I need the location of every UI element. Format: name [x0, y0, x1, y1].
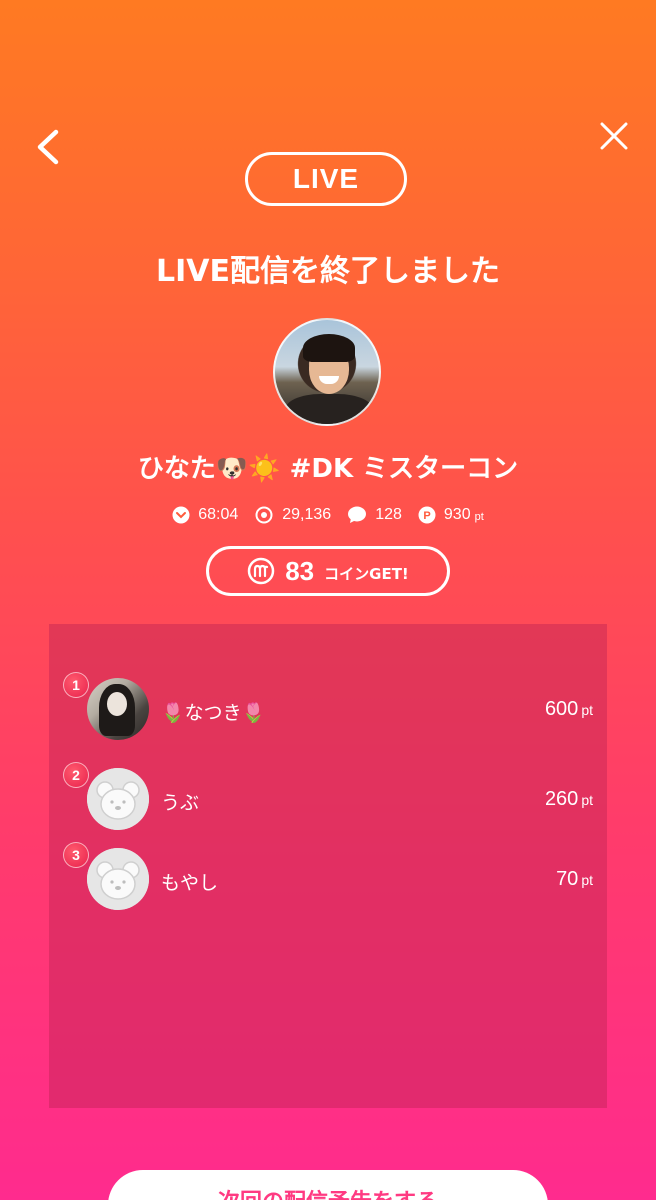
points-value: 930 — [443, 506, 471, 523]
user-name: 🌷なつき🌷 — [161, 702, 266, 724]
user-points: 600 pt — [545, 698, 593, 721]
avatar-hair — [303, 334, 355, 362]
points-unit: pt — [581, 702, 593, 718]
back-button[interactable] — [30, 122, 70, 172]
streamer-avatar[interactable] — [273, 318, 381, 426]
points-unit: pt — [581, 872, 593, 888]
user-points: 70 pt — [556, 868, 593, 891]
close-icon — [600, 122, 628, 150]
points-number: 600 — [544, 698, 579, 720]
comments-value: 128 — [375, 506, 402, 523]
avatar-jacket — [285, 394, 373, 424]
points-number: 70 — [556, 868, 579, 890]
rank-badge: 1 — [63, 672, 89, 698]
live-label: LIVE — [292, 163, 360, 194]
ranking-row-2[interactable]: 2 うぶ 260 pt — [49, 762, 607, 838]
page-title: LIVE配信を終了しました — [156, 254, 500, 289]
avatar-face — [107, 692, 127, 716]
ranking-row-3[interactable]: 3 もやし 70 pt — [49, 842, 607, 918]
stream-stats: 68:04 29,136 128 P 930 pt — [0, 502, 656, 528]
coin-label: コインGET! — [324, 564, 409, 583]
points-unit: pt — [474, 510, 484, 523]
user-avatar[interactable] — [87, 848, 149, 910]
user-points: 260 pt — [545, 788, 593, 811]
chevron-left-icon — [37, 129, 59, 165]
close-button[interactable] — [594, 116, 634, 156]
user-name: うぶ — [161, 792, 200, 814]
clock-icon — [172, 506, 190, 524]
stat-comments: 128 — [347, 506, 402, 524]
points-icon: P — [418, 506, 436, 524]
user-name: もやし — [161, 872, 219, 894]
coin-get-badge: 83 コインGET! — [206, 546, 450, 596]
bear-placeholder-icon — [87, 848, 149, 910]
points-unit: pt — [581, 792, 593, 808]
svg-text:P: P — [423, 510, 430, 522]
comment-icon — [348, 506, 367, 523]
gift-ranking-list: 1 🌷なつき🌷 600 pt 2 うぶ 260 pt 3 もやし 70 pt — [49, 624, 607, 1108]
stat-points: P 930 pt — [418, 506, 484, 524]
viewers-value: 29,136 — [282, 506, 332, 523]
schedule-next-stream-label: 次回の配信予告をする — [218, 1184, 438, 1200]
viewers-icon — [255, 506, 273, 524]
stat-duration: 68:04 — [172, 506, 238, 524]
rank-badge: 2 — [63, 762, 89, 788]
stat-viewers: 29,136 — [254, 506, 331, 524]
user-avatar[interactable] — [87, 678, 149, 740]
coin-amount: 83 — [285, 555, 315, 586]
bear-placeholder-icon — [87, 768, 149, 830]
coin-icon — [247, 557, 275, 585]
user-avatar[interactable] — [87, 768, 149, 830]
schedule-next-stream-button[interactable]: 次回の配信予告をする — [108, 1170, 548, 1200]
live-badge: LIVE — [245, 152, 407, 206]
points-number: 260 — [544, 788, 579, 810]
ranking-row-1[interactable]: 1 🌷なつき🌷 600 pt — [49, 672, 607, 748]
duration-value: 68:04 — [198, 506, 239, 523]
streamer-name: ひなた🐶☀️ #DK ミスターコン — [137, 454, 519, 484]
rank-badge: 3 — [63, 842, 89, 868]
